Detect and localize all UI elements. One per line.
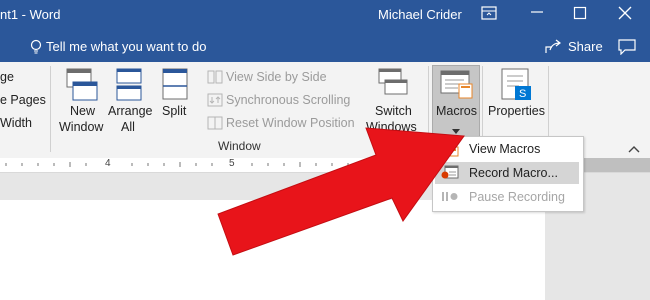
split-button[interactable]: Split <box>156 64 196 138</box>
reset-position-icon <box>207 116 223 135</box>
new-window-label-1: New <box>70 104 96 118</box>
menu-item-pause-recording[interactable]: Pause Recording <box>435 186 579 208</box>
view-side-by-side-button[interactable]: View Side by Side <box>205 68 365 88</box>
sync-scrolling-button[interactable]: Synchronous Scrolling <box>205 91 365 111</box>
window-title: nt1 - Word <box>0 7 61 22</box>
menu-item-record-macro[interactable]: Record Macro... <box>435 162 579 184</box>
macros-dropdown-menu: View Macros Record Macro... Pause Record… <box>432 136 584 212</box>
tell-me-bar: Tell me what you want to do Share <box>0 32 650 62</box>
arrange-all-label-1: Arrange <box>108 104 153 118</box>
menu-item-view-macros[interactable]: View Macros <box>435 138 579 160</box>
arrange-all-button[interactable]: Arrange All <box>106 64 154 138</box>
tell-me-input[interactable]: Tell me what you want to do <box>46 39 206 54</box>
close-icon[interactable] <box>618 6 632 23</box>
macros-button[interactable]: Macros <box>432 65 480 137</box>
maximize-icon[interactable] <box>573 6 587 23</box>
new-window-label-2: Window <box>59 120 104 134</box>
document-page[interactable] <box>0 200 545 300</box>
properties-icon: S <box>501 68 533 107</box>
record-macro-label: Record Macro... <box>469 166 558 180</box>
svg-text:S: S <box>519 88 526 100</box>
switch-windows-button[interactable]: Switch Windows <box>366 64 422 138</box>
sync-scrolling-label: Synchronous Scrolling <box>226 93 351 107</box>
window-group-label: Window <box>218 139 261 153</box>
reset-window-position-label: Reset Window Position <box>226 116 355 130</box>
partial-label-2[interactable]: e Pages <box>0 93 46 107</box>
pause-icon <box>441 190 459 207</box>
view-side-by-side-label: View Side by Side <box>226 70 327 84</box>
properties-label: Properties <box>488 104 545 118</box>
arrange-all-icon <box>116 68 144 107</box>
view-macros-label: View Macros <box>469 142 541 156</box>
share-icon[interactable] <box>544 39 562 60</box>
switch-windows-label-1: Switch <box>375 104 412 118</box>
split-label: Split <box>162 104 187 118</box>
group-separator <box>428 66 429 152</box>
share-button[interactable]: Share <box>568 39 603 54</box>
partial-label-1[interactable]: ge <box>0 70 14 84</box>
title-bar: nt1 - Word Michael Crider <box>0 0 650 32</box>
arrange-all-label-2: All <box>121 120 135 134</box>
macros-label: Macros <box>436 104 477 118</box>
lightbulb-icon <box>30 39 42 60</box>
side-by-side-icon <box>207 70 223 89</box>
switch-windows-icon <box>378 68 410 107</box>
pause-recording-label: Pause Recording <box>469 190 565 204</box>
properties-button[interactable]: S Properties <box>486 64 546 138</box>
reset-window-position-button[interactable]: Reset Window Position <box>205 114 365 134</box>
user-name[interactable]: Michael Crider <box>378 7 462 22</box>
ruler-tick-label: 4 <box>105 158 111 169</box>
split-icon <box>162 68 190 107</box>
chevron-up-icon[interactable] <box>628 140 640 158</box>
group-separator <box>50 66 51 152</box>
minimize-icon[interactable] <box>530 4 544 21</box>
ribbon-display-icon[interactable] <box>481 6 497 23</box>
macros-icon <box>440 70 474 107</box>
new-window-button[interactable]: New Window <box>56 64 108 138</box>
partial-label-3[interactable]: Width <box>0 116 32 130</box>
switch-windows-label-2: Windows <box>366 120 417 134</box>
comment-icon[interactable] <box>618 39 636 60</box>
sync-scrolling-icon <box>207 93 223 112</box>
ruler-tick-label: 5 <box>229 158 235 169</box>
new-window-icon <box>66 68 98 107</box>
record-macro-icon <box>441 165 459 184</box>
view-macros-icon <box>441 141 459 160</box>
